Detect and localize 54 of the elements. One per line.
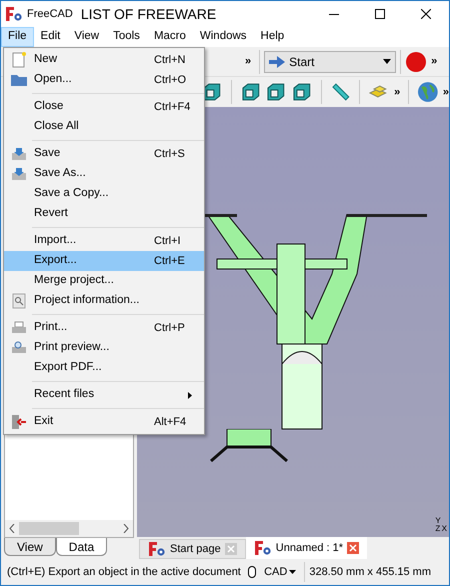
printer-icon	[11, 321, 27, 335]
menu-item[interactable]: Macro	[146, 27, 193, 47]
menu-item[interactable]: Edit	[34, 27, 68, 47]
panel-tab[interactable]: View	[4, 538, 56, 556]
document-tab[interactable]: Unnamed : 1*	[246, 537, 368, 559]
panel-tab[interactable]: Data	[56, 538, 108, 556]
disk-arrow-icon	[11, 167, 27, 181]
close-icon	[421, 9, 431, 19]
overflow-chevron[interactable]: »	[427, 53, 442, 70]
axis-label: X	[442, 525, 447, 533]
dropdown-caret-icon	[289, 570, 296, 574]
printer-magnifier-icon	[11, 341, 27, 355]
menu-item[interactable]: Windows	[192, 27, 254, 47]
status-message: (Ctrl+E) Export an object in the active document	[7, 564, 241, 580]
maximize-icon	[375, 9, 385, 19]
submenu-arrow-icon	[188, 392, 192, 398]
freecad-logo-icon	[254, 540, 272, 556]
cube-view-icon[interactable]	[291, 81, 313, 103]
app-name: FreeCAD	[27, 6, 73, 22]
globe-icon[interactable]	[417, 81, 439, 103]
freecad-logo-icon	[148, 541, 166, 557]
menu-entry[interactable]: New Ctrl+N	[4, 50, 204, 70]
scroll-left-icon[interactable]	[9, 524, 15, 533]
menu-entry[interactable]: Open... Ctrl+O	[4, 70, 204, 90]
axis-label: Z	[435, 525, 441, 533]
menu-entry[interactable]: Export... Ctrl+E	[4, 251, 204, 271]
document-magnifier-icon	[12, 293, 26, 309]
scroll-right-icon[interactable]	[123, 524, 129, 533]
freecad-logo-icon	[5, 6, 23, 22]
overflow-chevron[interactable]: »	[394, 84, 400, 100]
horizontal-scrollbar[interactable]	[5, 520, 133, 537]
ruler-icon[interactable]	[330, 81, 352, 103]
record-icon[interactable]	[405, 50, 428, 72]
menu-item[interactable]: Help	[254, 27, 292, 47]
arrow-right-icon	[269, 56, 286, 68]
tab-close-icon[interactable]	[347, 542, 360, 554]
menu-item[interactable]: Tools	[106, 27, 147, 47]
axis-label: Y	[435, 517, 441, 525]
mouse-icon	[248, 566, 256, 578]
folder-icon	[11, 74, 27, 86]
overflow-chevron[interactable]: »	[241, 53, 256, 70]
dimensions-readout: 328.50 mm x 455.15 mm	[309, 564, 431, 580]
workbench-dropdown[interactable]: Start	[264, 50, 396, 72]
menu-item[interactable]: File	[1, 27, 34, 47]
overflow-chevron[interactable]: »	[442, 84, 449, 100]
dropdown-caret-icon	[383, 59, 392, 64]
blank-page-icon	[12, 52, 26, 68]
cube-view-icon[interactable]	[240, 81, 262, 103]
window-title: LIST OF FREEWARE	[80, 4, 216, 24]
menu-item[interactable]: View	[67, 27, 106, 47]
document-tab[interactable]: Start page	[139, 539, 246, 559]
disk-arrow-icon	[11, 147, 27, 161]
navigation-style-dropdown[interactable]: CAD	[260, 564, 300, 580]
door-arrow-icon	[11, 414, 27, 430]
